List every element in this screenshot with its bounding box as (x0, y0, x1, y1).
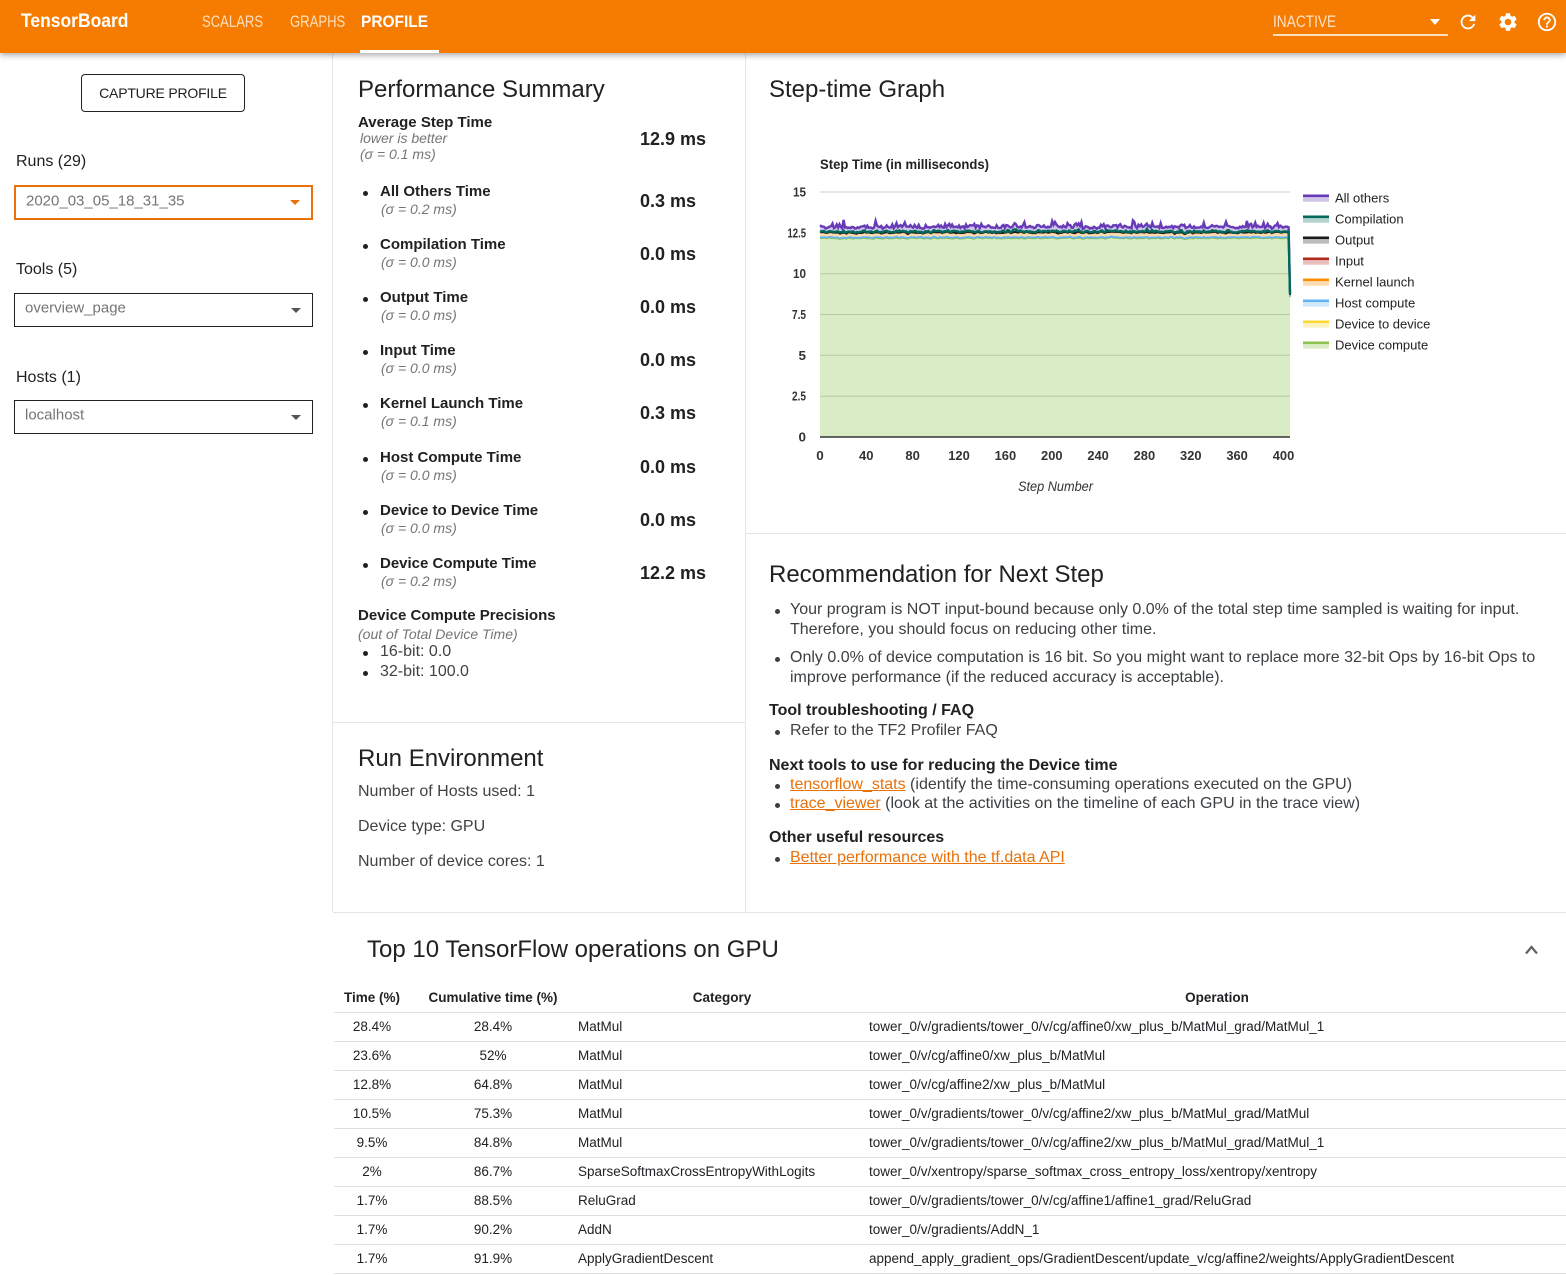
svg-text:400: 400 (1273, 448, 1295, 463)
svg-text:Kernel launch: Kernel launch (1335, 275, 1415, 290)
svg-text:Device to device: Device to device (1335, 317, 1430, 332)
svg-text:12.5: 12.5 (788, 225, 807, 240)
svg-text:0: 0 (799, 430, 807, 445)
svg-text:15: 15 (793, 185, 806, 200)
svg-text:2.5: 2.5 (792, 389, 806, 404)
svg-text:360: 360 (1226, 448, 1248, 463)
svg-text:Host compute: Host compute (1335, 296, 1415, 311)
svg-text:240: 240 (1087, 448, 1109, 463)
svg-text:160: 160 (995, 448, 1017, 463)
svg-text:0: 0 (816, 448, 824, 463)
svg-text:Input: Input (1335, 254, 1364, 269)
svg-text:Step Time (in milliseconds): Step Time (in milliseconds) (820, 156, 989, 172)
svg-text:7.5: 7.5 (792, 307, 806, 322)
svg-text:40: 40 (859, 448, 874, 463)
svg-text:200: 200 (1041, 448, 1063, 463)
svg-text:Device compute: Device compute (1335, 338, 1428, 353)
svg-text:120: 120 (948, 448, 970, 463)
svg-text:320: 320 (1180, 448, 1202, 463)
svg-text:Step Number: Step Number (1018, 478, 1094, 494)
svg-text:5: 5 (799, 348, 807, 363)
svg-text:Compilation: Compilation (1335, 212, 1404, 227)
svg-text:80: 80 (905, 448, 920, 463)
svg-text:10: 10 (793, 266, 806, 281)
svg-text:280: 280 (1134, 448, 1156, 463)
svg-text:Output: Output (1335, 233, 1374, 248)
svg-text:All others: All others (1335, 191, 1390, 206)
